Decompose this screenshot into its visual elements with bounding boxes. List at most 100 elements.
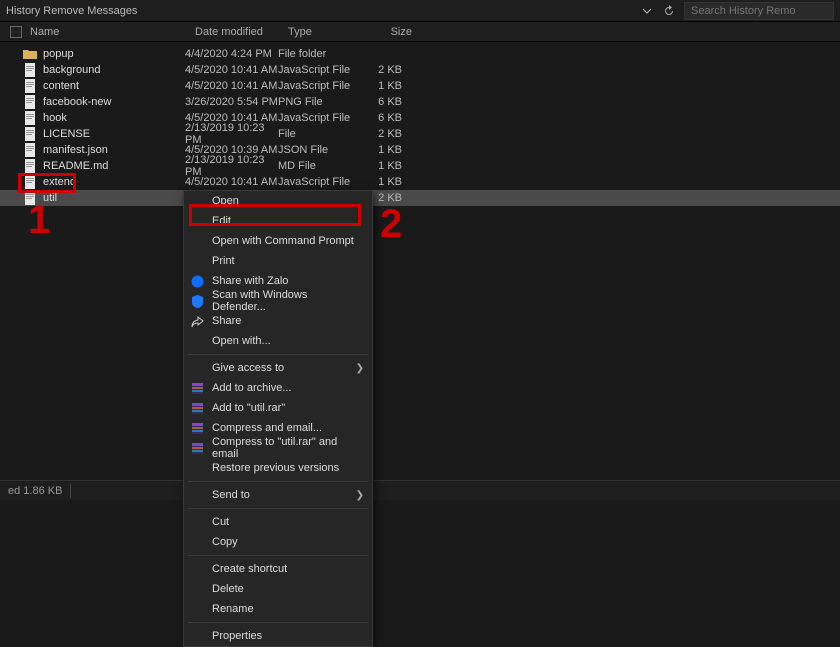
context-item[interactable]: Cut <box>184 512 372 532</box>
context-separator <box>188 481 368 482</box>
context-item[interactable]: Add to "util.rar" <box>184 398 372 418</box>
statusbar: ed 1.86 KB <box>0 480 840 500</box>
file-date: 3/26/2020 5:54 PM <box>185 96 278 108</box>
file-row[interactable]: util2 KB <box>0 190 840 206</box>
file-size: 1 KB <box>355 80 410 92</box>
file-date: 2/13/2019 10:23 PM <box>185 154 278 178</box>
file-type: File folder <box>278 48 355 60</box>
context-item[interactable]: Compress and email... <box>184 418 372 438</box>
file-type: File <box>278 128 355 140</box>
context-item[interactable]: Give access to ❯ <box>184 358 372 378</box>
file-icon <box>22 143 38 157</box>
context-item-label: Edit <box>212 215 231 227</box>
rar-icon <box>190 381 204 395</box>
context-item-label: Compress to "util.rar" and email <box>212 436 362 460</box>
context-item-label: Rename <box>212 603 254 615</box>
file-row[interactable]: LICENSE2/13/2019 10:23 PMFile2 KB <box>0 126 840 142</box>
context-item[interactable]: Create shortcut <box>184 559 372 579</box>
file-date: 4/5/2020 10:41 AM <box>185 64 278 76</box>
file-date: 2/13/2019 10:23 PM <box>185 122 278 146</box>
context-item-label: Add to "util.rar" <box>212 402 285 414</box>
file-row[interactable]: hook4/5/2020 10:41 AMJavaScript File6 KB <box>0 110 840 126</box>
file-name: hook <box>43 112 185 124</box>
status-text: ed 1.86 KB <box>8 485 62 497</box>
context-item-label: Print <box>212 255 235 267</box>
refresh-icon[interactable] <box>662 4 676 18</box>
context-item-label: Open with Command Prompt <box>212 235 354 247</box>
context-item-label: Restore previous versions <box>212 462 339 474</box>
context-item-label: Share <box>212 315 241 327</box>
context-item[interactable]: Edit <box>184 211 372 231</box>
rar-icon <box>190 401 204 415</box>
file-row[interactable]: extend4/5/2020 10:41 AMJavaScript File1 … <box>0 174 840 190</box>
file-type: PNG File <box>278 96 355 108</box>
context-menu: Open Edit Open with Command Prompt Print Sha… <box>183 190 373 647</box>
context-item[interactable]: Open <box>184 191 372 211</box>
file-name: manifest.json <box>43 144 185 156</box>
file-row[interactable]: content4/5/2020 10:41 AMJavaScript File1… <box>0 78 840 94</box>
context-item-label: Create shortcut <box>212 563 287 575</box>
context-item[interactable]: Print <box>184 251 372 271</box>
context-item-label: Share with Zalo <box>212 275 288 287</box>
context-item[interactable]: Share <box>184 311 372 331</box>
context-item[interactable]: Properties <box>184 626 372 646</box>
file-icon <box>22 111 38 125</box>
context-item-label: Scan with Windows Defender... <box>212 289 362 313</box>
context-item[interactable]: Scan with Windows Defender... <box>184 291 372 311</box>
context-item-label: Copy <box>212 536 238 548</box>
context-item[interactable]: Restore previous versions <box>184 458 372 478</box>
col-date-header[interactable]: Date modified <box>195 26 288 38</box>
context-item[interactable]: Rename <box>184 599 372 619</box>
file-icon <box>22 95 38 109</box>
status-separator <box>70 484 71 498</box>
file-row[interactable]: popup4/4/2020 4:24 PMFile folder <box>0 46 840 62</box>
share-icon <box>190 314 204 328</box>
annotation-number-2: 2 <box>380 202 402 247</box>
context-item[interactable]: Compress to "util.rar" and email <box>184 438 372 458</box>
context-item-label: Give access to <box>212 362 284 374</box>
search-input[interactable] <box>684 2 834 20</box>
file-type: JavaScript File <box>278 176 355 188</box>
titlebar: History Remove Messages <box>0 0 840 22</box>
context-item[interactable]: Share with Zalo <box>184 271 372 291</box>
context-item[interactable]: Copy <box>184 532 372 552</box>
file-name: extend <box>43 176 185 188</box>
file-date: 4/5/2020 10:41 AM <box>185 80 278 92</box>
context-item[interactable]: Send to❯ <box>184 485 372 505</box>
context-item[interactable]: Delete <box>184 579 372 599</box>
file-size: 1 KB <box>355 160 410 172</box>
context-separator <box>188 555 368 556</box>
file-size: 6 KB <box>355 112 410 124</box>
chevron-down-icon[interactable] <box>640 4 654 18</box>
context-item[interactable]: Open with Command Prompt <box>184 231 372 251</box>
file-row[interactable]: manifest.json4/5/2020 10:39 AMJSON File1… <box>0 142 840 158</box>
file-date: 4/4/2020 4:24 PM <box>185 48 278 60</box>
file-row[interactable]: facebook-new3/26/2020 5:54 PMPNG File6 K… <box>0 94 840 110</box>
context-separator <box>188 354 368 355</box>
col-name-header[interactable]: Name <box>30 26 195 38</box>
file-type: JavaScript File <box>278 80 355 92</box>
titlebar-controls <box>640 2 834 20</box>
context-item-label: Open <box>212 195 239 207</box>
select-all-checkbox[interactable] <box>10 26 22 38</box>
context-item-label: Send to <box>212 489 250 501</box>
file-size: 1 KB <box>355 144 410 156</box>
context-item-label: Compress and email... <box>212 422 322 434</box>
col-size-header[interactable]: Size <box>365 26 420 38</box>
file-name: util <box>43 192 185 204</box>
file-row[interactable]: background4/5/2020 10:41 AMJavaScript Fi… <box>0 62 840 78</box>
file-type: JSON File <box>278 144 355 156</box>
context-item[interactable]: Add to archive... <box>184 378 372 398</box>
file-name: content <box>43 80 185 92</box>
chevron-right-icon: ❯ <box>356 363 364 374</box>
file-size: 2 KB <box>355 128 410 140</box>
file-name: popup <box>43 48 185 60</box>
rar-icon <box>190 441 204 455</box>
file-icon <box>22 159 38 173</box>
context-item-label: Cut <box>212 516 229 528</box>
file-size: 1 KB <box>355 176 410 188</box>
col-type-header[interactable]: Type <box>288 26 365 38</box>
context-item[interactable]: Open with... <box>184 331 372 351</box>
file-row[interactable]: README.md2/13/2019 10:23 PMMD File1 KB <box>0 158 840 174</box>
file-date: 4/5/2020 10:41 AM <box>185 176 278 188</box>
